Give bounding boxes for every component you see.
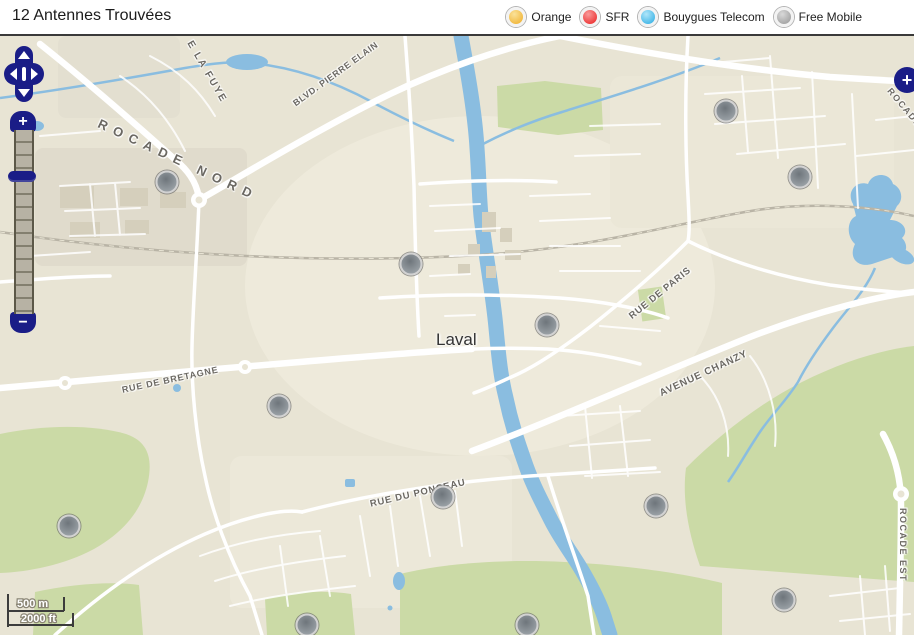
zoom-slider-track[interactable] xyxy=(14,130,34,314)
legend-label-bouygues: Bouygues Telecom xyxy=(663,10,764,24)
pan-control[interactable] xyxy=(2,45,46,103)
legend-item-sfr: SFR xyxy=(580,7,629,27)
pan-center-icon[interactable] xyxy=(22,67,26,81)
page-title: 12 Antennes Trouvées xyxy=(12,7,171,25)
antenna-marker[interactable] xyxy=(268,395,291,418)
free-mobile-marker-icon xyxy=(774,7,794,27)
legend-label-free: Free Mobile xyxy=(799,10,862,24)
legend-item-free: Free Mobile xyxy=(774,7,862,27)
antenna-map-app: 12 Antennes Trouvées Orange SFR Bouygues… xyxy=(0,0,914,635)
antenna-marker[interactable] xyxy=(789,166,812,189)
header: 12 Antennes Trouvées Orange SFR Bouygues… xyxy=(0,0,914,36)
map-controls: + − xyxy=(2,45,48,333)
scale-imperial-label: 2000 ft xyxy=(21,613,56,625)
legend-label-sfr: SFR xyxy=(605,10,629,24)
antenna-marker[interactable] xyxy=(715,100,738,123)
scale-bar: 500 m 2000 ft xyxy=(2,588,112,634)
plus-icon: + xyxy=(18,114,27,130)
sfr-marker-icon xyxy=(580,7,600,27)
zoom-slider-handle[interactable] xyxy=(8,171,36,182)
legend-item-bouygues: Bouygues Telecom xyxy=(638,7,764,27)
antenna-marker[interactable] xyxy=(516,614,539,635)
antenna-marker[interactable] xyxy=(645,495,668,518)
antenna-marker[interactable] xyxy=(156,171,179,194)
bouygues-marker-icon xyxy=(638,7,658,27)
expand-control-button[interactable]: + xyxy=(894,67,914,93)
zoom-in-button[interactable]: + xyxy=(10,111,36,132)
plus-icon: + xyxy=(902,70,913,91)
zoom-out-button[interactable]: − xyxy=(10,312,36,333)
antenna-marker[interactable] xyxy=(773,589,796,612)
scale-metric-label: 500 m xyxy=(17,598,48,610)
zoom-control: + − xyxy=(10,111,38,333)
antenna-marker[interactable] xyxy=(58,515,81,538)
antenna-marker[interactable] xyxy=(296,614,319,635)
markers-layer xyxy=(0,36,914,635)
carrier-legend: Orange SFR Bouygues Telecom Free Mobile xyxy=(506,0,862,34)
minus-icon: − xyxy=(18,315,27,331)
antenna-marker[interactable] xyxy=(400,253,423,276)
orange-marker-icon xyxy=(506,7,526,27)
legend-label-orange: Orange xyxy=(531,10,571,24)
antenna-marker[interactable] xyxy=(536,314,559,337)
antenna-marker[interactable] xyxy=(432,486,455,509)
map-viewport[interactable]: ROCADE NORDBLVD. PIERRE ELAINE LA FUYERU… xyxy=(0,36,914,635)
legend-item-orange: Orange xyxy=(506,7,571,27)
